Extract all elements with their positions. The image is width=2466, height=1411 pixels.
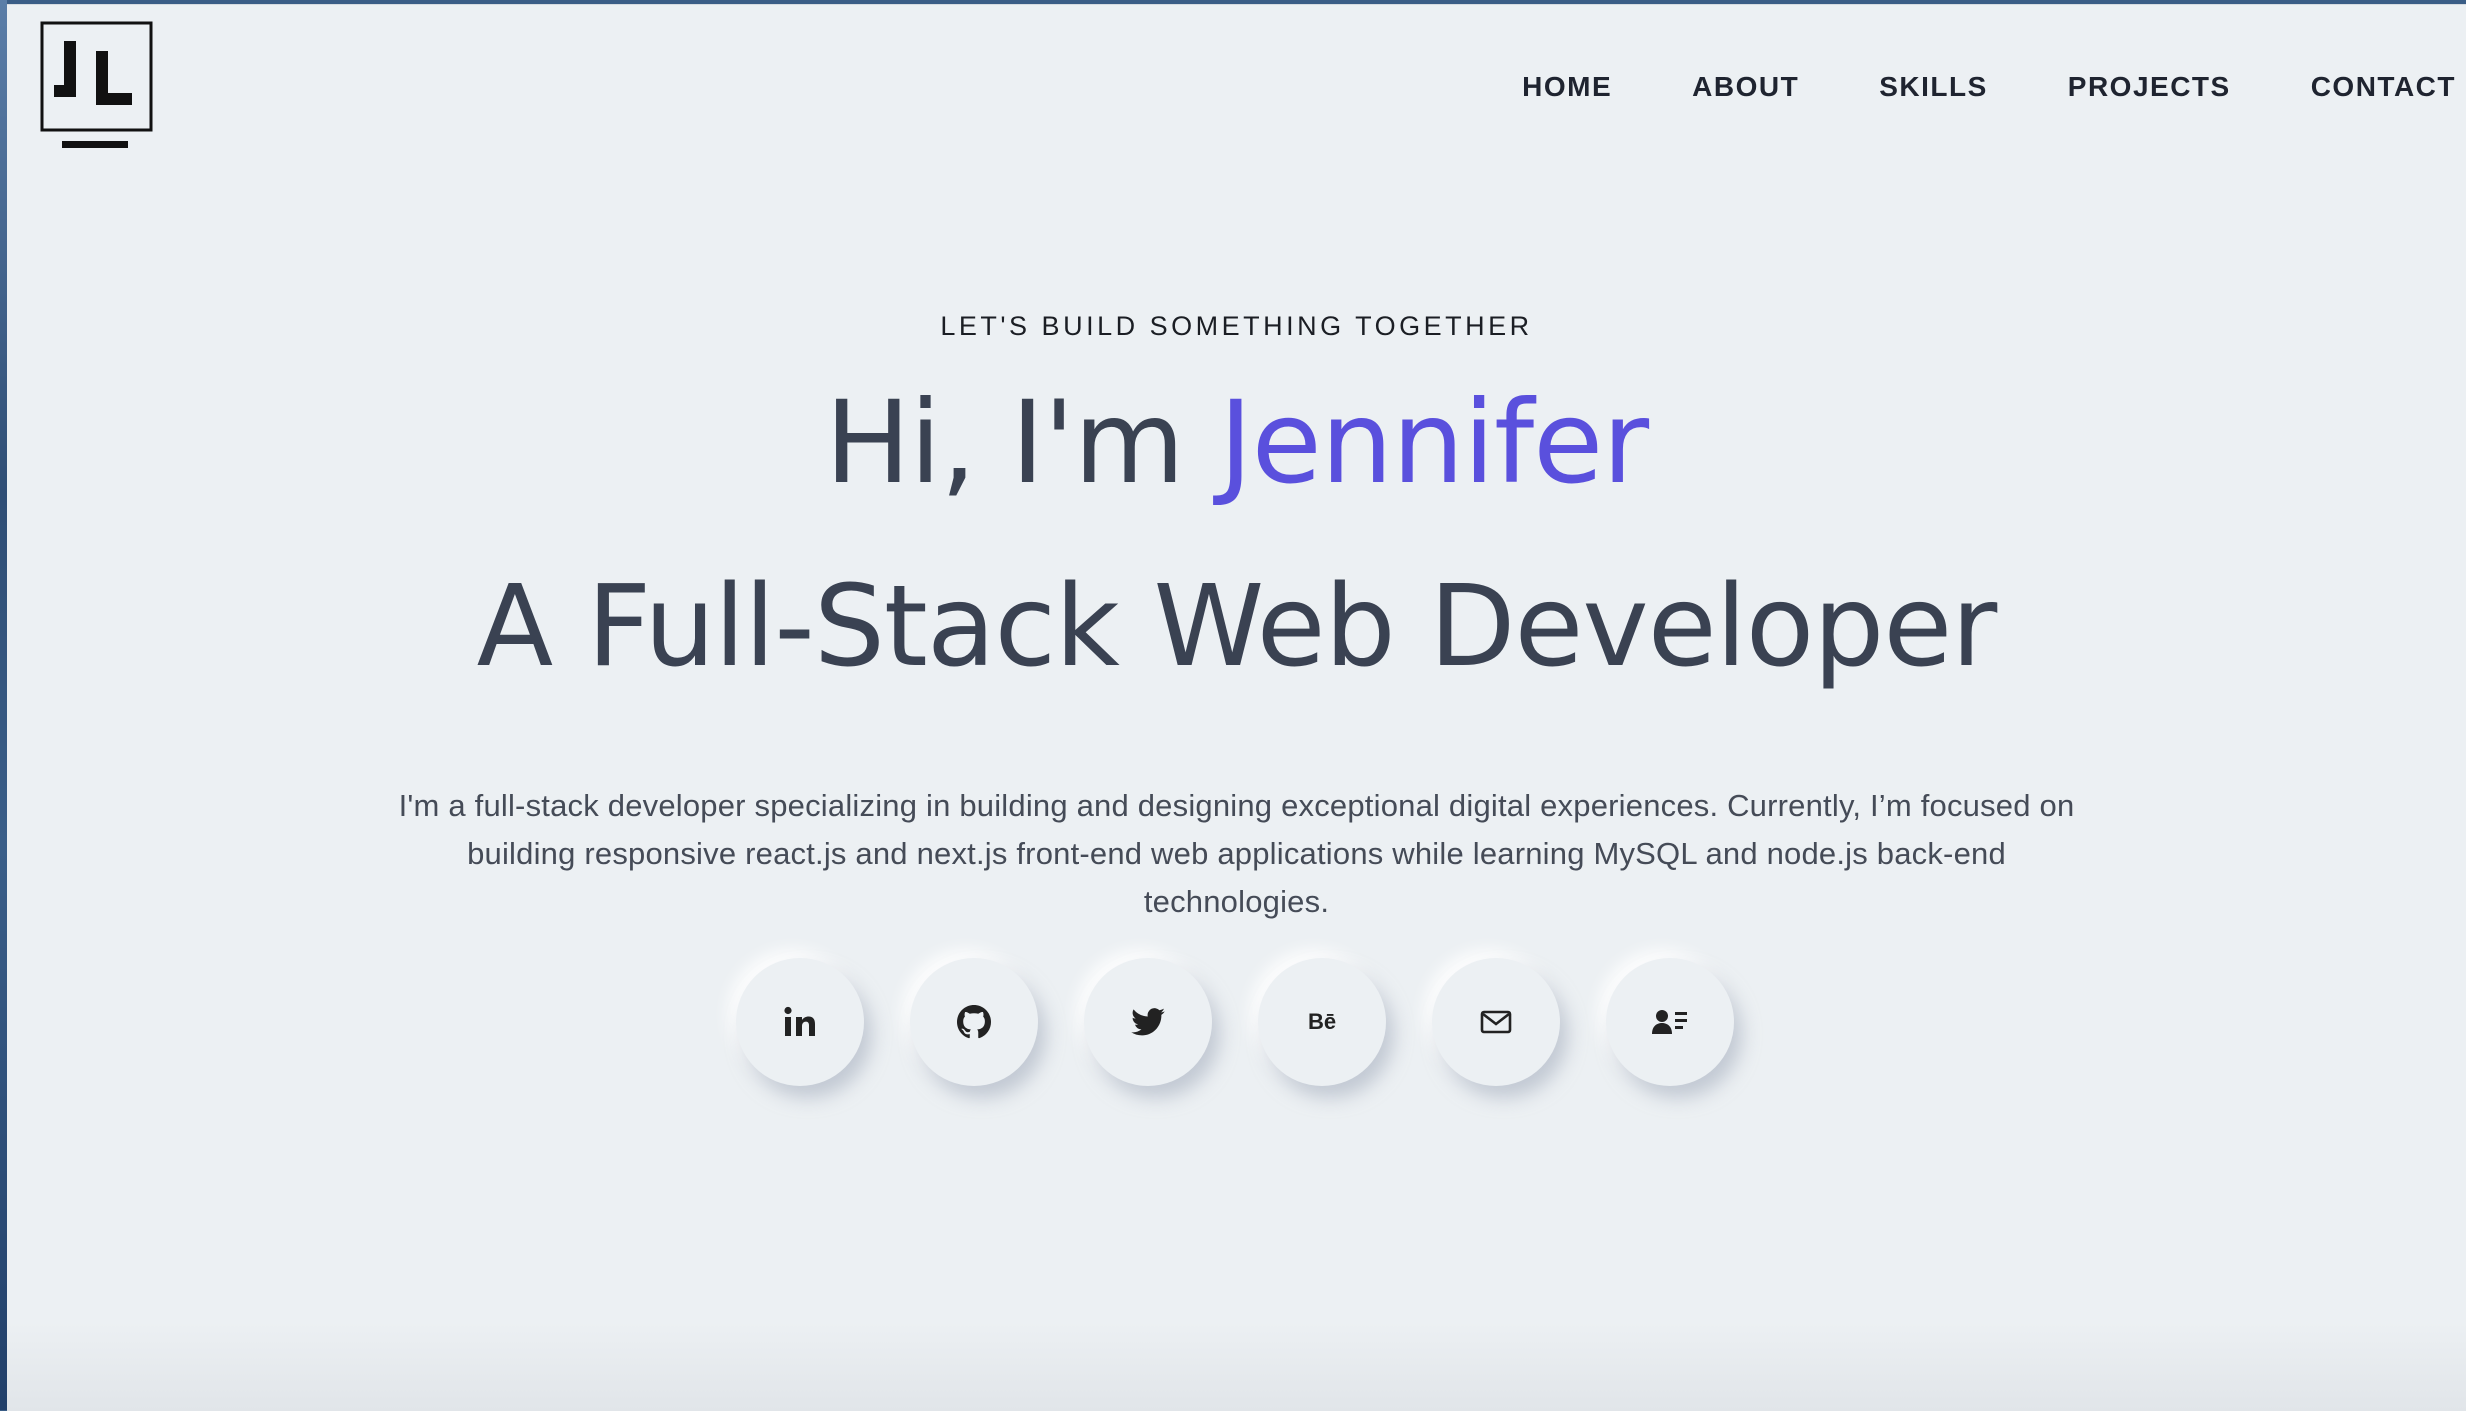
- main-nav: HOME ABOUT SKILLS PROJECTS CONTACT: [1442, 71, 2456, 103]
- github-button[interactable]: [910, 958, 1038, 1086]
- hero-greeting: Hi, I'm Jennifer: [7, 373, 2466, 513]
- nav-skills[interactable]: SKILLS: [1879, 71, 1988, 103]
- site-logo[interactable]: [40, 21, 153, 151]
- social-links: Bē: [736, 958, 1734, 1086]
- nav-projects[interactable]: PROJECTS: [2068, 71, 2231, 103]
- nav-about[interactable]: ABOUT: [1692, 71, 1799, 103]
- hero-eyebrow: LET'S BUILD SOMETHING TOGETHER: [940, 311, 1533, 341]
- linkedin-button[interactable]: [736, 958, 864, 1086]
- nav-contact[interactable]: CONTACT: [2311, 71, 2456, 103]
- mail-icon: [1480, 1010, 1512, 1034]
- behance-button[interactable]: Bē: [1258, 958, 1386, 1086]
- nav-home[interactable]: HOME: [1522, 71, 1612, 103]
- twitter-button[interactable]: [1084, 958, 1212, 1086]
- email-button[interactable]: [1432, 958, 1560, 1086]
- github-icon: [957, 1005, 991, 1039]
- desktop-background-strip: [0, 0, 7, 1410]
- linkedin-icon: [783, 1006, 817, 1038]
- page-bottom-fade: [7, 1321, 2466, 1411]
- hero-role: A Full-Stack Web Developer: [476, 562, 1998, 692]
- greeting-text: Hi, I'm: [824, 376, 1220, 509]
- behance-icon: Bē: [1307, 1009, 1337, 1034]
- twitter-icon: [1131, 1008, 1165, 1036]
- hero-description: I'm a full-stack developer specializing …: [398, 788, 2075, 919]
- resume-button[interactable]: [1606, 958, 1734, 1086]
- resume-icon: [1652, 1008, 1688, 1036]
- hero-name: Jennifer: [1219, 376, 1649, 509]
- portfolio-page: HOME ABOUT SKILLS PROJECTS CONTACT LET'S…: [7, 4, 2466, 1411]
